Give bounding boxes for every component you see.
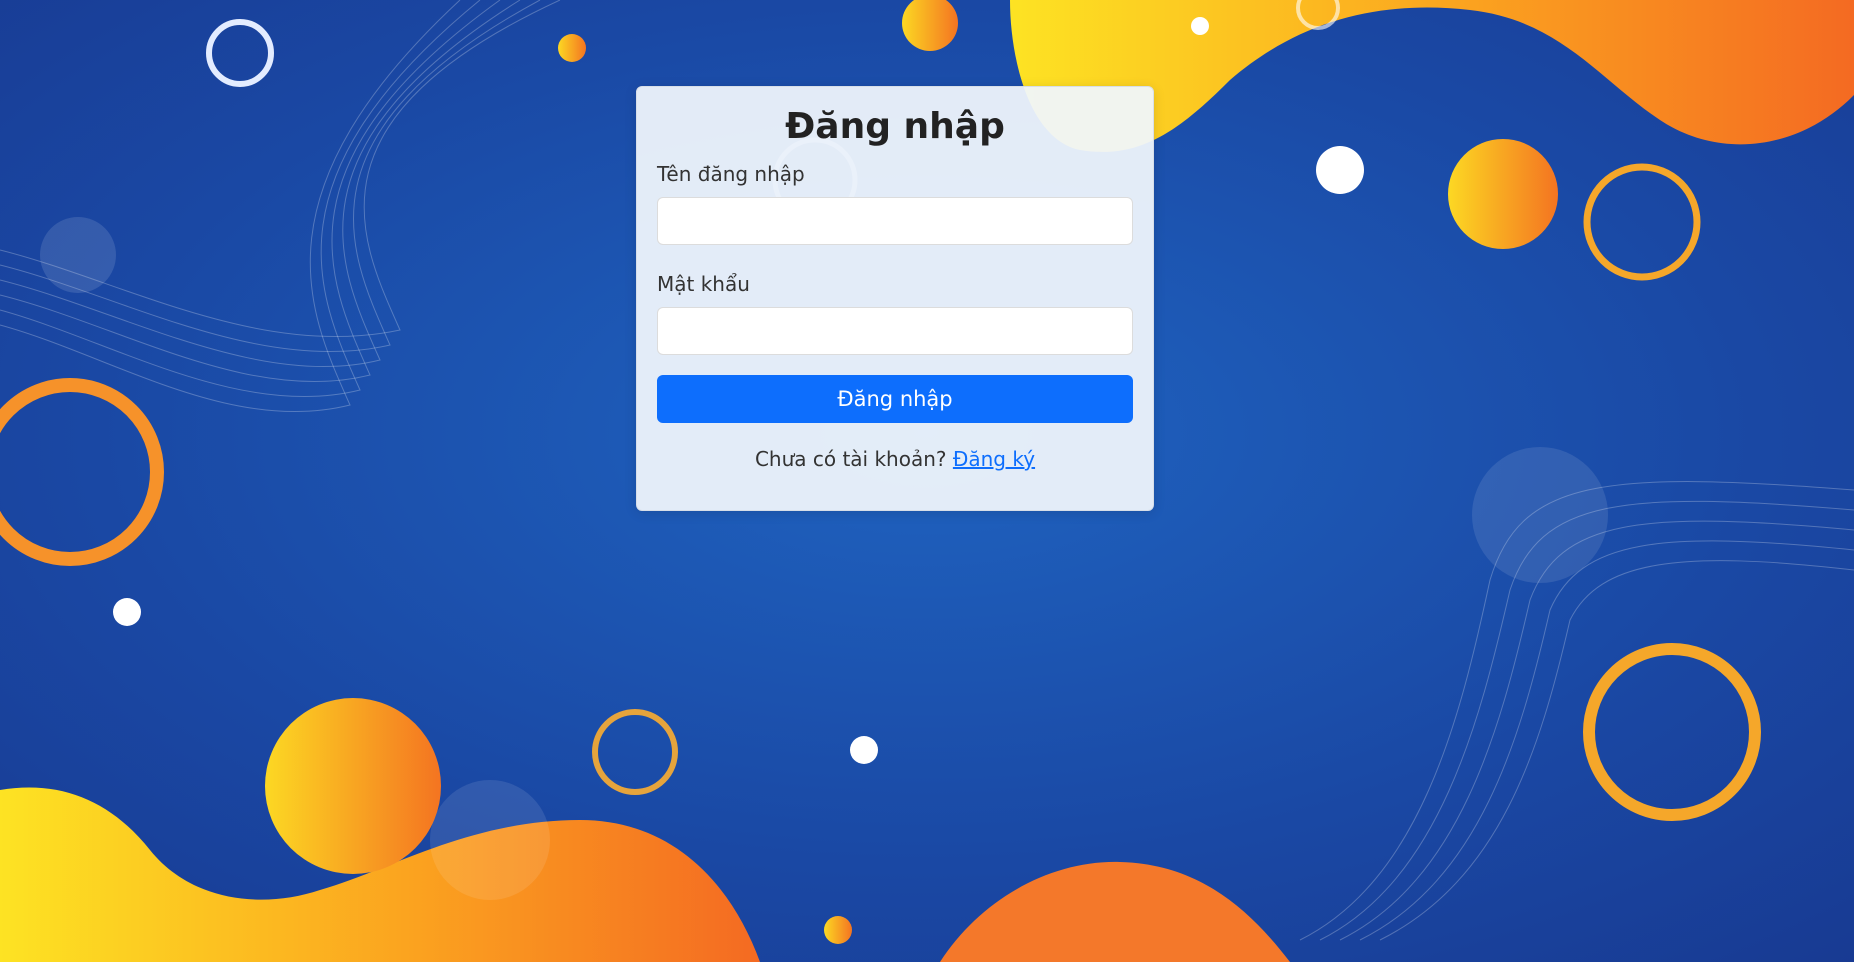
register-prompt-line: Chưa có tài khoản? Đăng ký: [657, 447, 1133, 471]
username-label: Tên đăng nhập: [657, 162, 805, 186]
register-prompt-text: Chưa có tài khoản?: [754, 447, 947, 471]
username-input[interactable]: [657, 197, 1133, 245]
register-link[interactable]: Đăng ký: [953, 447, 1035, 471]
password-label: Mật khẩu: [657, 272, 750, 296]
login-title: Đăng nhập: [785, 106, 1005, 147]
password-input[interactable]: [657, 307, 1133, 355]
login-button[interactable]: Đăng nhập: [657, 375, 1133, 423]
login-card: Đăng nhập Tên đăng nhập Mật khẩu Đăng nh…: [636, 86, 1154, 511]
